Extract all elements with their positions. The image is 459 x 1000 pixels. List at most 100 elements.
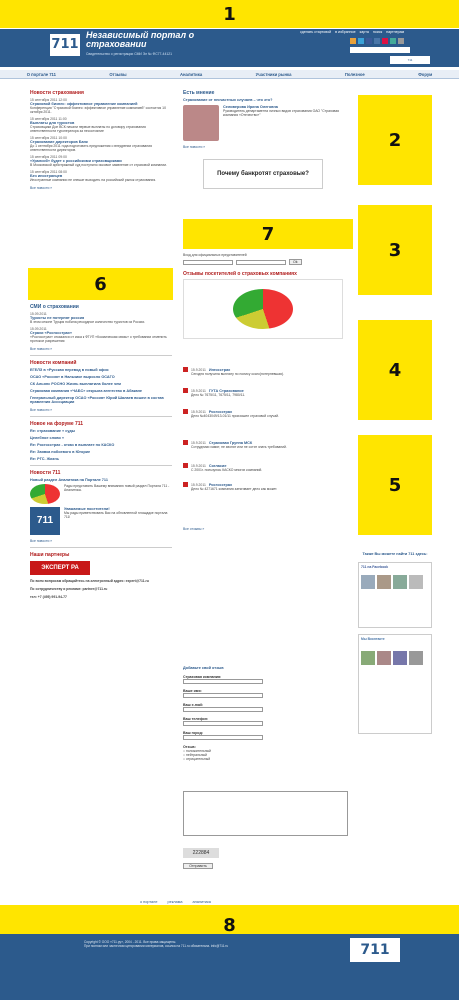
toplink-start[interactable]: сделать стартовой (300, 30, 331, 34)
email-field[interactable] (183, 707, 263, 712)
rating-negative[interactable]: ○ отрицательный (183, 757, 353, 761)
reviews-more-link[interactable]: Все отзывы » (183, 527, 353, 531)
forum-item[interactable]: Re: Росгосстрах - отказ в выплате по КАС… (30, 443, 172, 447)
reviews-chart (183, 279, 343, 339)
reviews-list: 15.9.2011 Ингосстрах Сегодня получила выпл… (183, 362, 353, 531)
search-input[interactable] (350, 47, 410, 53)
toplink-partners[interactable]: партнерам (386, 30, 404, 34)
name-field[interactable] (183, 693, 263, 698)
fb-title: Также Вы можете найти 711 здесь: (362, 552, 428, 556)
company-news-item[interactable]: Генеральный директор ОСАО «Россия» Юрий … (30, 396, 172, 404)
login-title: Вход для официальных представителей (183, 253, 247, 257)
center-column-2: Вход для официальных представителей Ok О… (183, 253, 353, 339)
site-logo[interactable]: 711 (50, 34, 80, 56)
center-column: Есть мнение Страхование от несчастных сл… (183, 88, 353, 189)
nav-analytics[interactable]: Аналитика (180, 72, 202, 77)
company-news-heading: Новости компаний (30, 360, 77, 366)
opinion-heading: Есть мнение (183, 90, 215, 96)
main-nav: О портале 711 Отзывы Аналитика Участники… (0, 70, 459, 79)
review-item: 15.9.2011 ГУТА Страхование Дело № 7675/11,… (183, 388, 353, 397)
smi-more-link[interactable]: Все новости » (30, 347, 172, 351)
forum-item[interactable]: Re: Заявка побоевого в Югорие (30, 450, 172, 454)
bottom-link[interactable]: аналитика (192, 900, 210, 904)
company-more-link[interactable]: Все новости » (30, 408, 172, 412)
share-icon[interactable] (398, 38, 404, 44)
avatar (183, 105, 219, 141)
contact-line: тел: +7 (495) 991-94-77 (30, 595, 67, 599)
company-select[interactable] (183, 679, 263, 684)
company-news-item[interactable]: ОСАО «Россия» в Нальчике выросло ОСАГО (30, 375, 172, 379)
login-button[interactable]: Ok (289, 259, 302, 265)
forum-item[interactable]: Целебное слово » (30, 436, 172, 440)
mobile-badge[interactable]: 711 (390, 56, 430, 64)
vk-icon[interactable] (374, 38, 380, 44)
marker-5: 5 (358, 435, 432, 535)
nav-about[interactable]: О портале 711 (27, 72, 56, 77)
news711-more-link[interactable]: Все новости » (30, 539, 172, 543)
smi-item: 15.09.2011 Страхи «Росгосстрах» «Росгосстр… (30, 327, 167, 343)
nav-reviews[interactable]: Отзывы (109, 72, 126, 77)
login-input[interactable] (183, 259, 233, 265)
opinion-question[interactable]: Страхование от несчастных случаев – что … (183, 98, 353, 102)
form-title: Добавьте свой отзыв (183, 666, 224, 670)
bottom-link[interactable]: реклама (168, 900, 183, 904)
top-links: сделать стартовой в избранное карта поис… (300, 30, 407, 34)
person-role: Руководитель департамента личных видов с… (223, 109, 339, 117)
company-news-item[interactable]: СК Альянс РОСНО Жизнь выплатила более че… (30, 382, 172, 386)
lj-icon[interactable] (390, 38, 396, 44)
toplink-fav[interactable]: в избранное (335, 30, 356, 34)
review-item: 15.9.2011 Страховая Группа МСК Сотрудники … (183, 440, 353, 449)
twitter-icon[interactable] (358, 38, 364, 44)
phone-field[interactable] (183, 721, 263, 726)
password-input[interactable] (236, 259, 286, 265)
marker-3: 3 (358, 205, 432, 295)
news-item: 15 сентября 2011 10:00 Страхование директ… (30, 136, 152, 152)
analytics-thumb (30, 484, 60, 504)
news-item: 15 сентября 2011 12:00 Страховой бизнес: … (30, 98, 166, 114)
site-title: Независимый портал о страховании (86, 30, 195, 49)
captcha: 222884 (183, 848, 219, 858)
news-more-link[interactable]: Все новости » (30, 186, 172, 190)
toplink-search[interactable]: поиск (373, 30, 382, 34)
toplink-map[interactable]: карта (360, 30, 369, 34)
marker-2: 2 (358, 95, 432, 185)
banner[interactable]: Почему банкротят страховые? (203, 159, 323, 189)
reviews-heading: Отзывы посетителей о страховых компаниях (183, 271, 297, 277)
news711-item: Новый раздел Аналитика на Портале 711 Ра… (30, 478, 172, 504)
news-item: 15 сентября 2011 11:00 Выплаты для турист… (30, 117, 146, 133)
forum-heading: Новое на форуме 711 (30, 421, 84, 427)
fb-widget[interactable]: 711 на Facebook (358, 562, 432, 628)
news-heading: Новости страхования (30, 90, 84, 96)
partner-logo[interactable]: ЭКСПЕРТ РА (30, 561, 90, 575)
left-column: Новости страхования 15 сентября 2011 12:… (30, 88, 172, 190)
smi-heading: СМИ о страховании (30, 304, 79, 310)
vk-widget[interactable]: Мы Вконтакте (358, 634, 432, 734)
city-field[interactable] (183, 735, 263, 740)
review-item: 15.9.2011 Росгосстрах Дело № 4271671 компа… (183, 482, 353, 491)
company-news-item[interactable]: Страховая компания «ЧАБС» открыла агентс… (30, 389, 172, 393)
news711-item: 711 Уважаемые посетители! Мы рады приветс… (30, 507, 172, 535)
forum-item[interactable]: Re: страхование « суды (30, 429, 172, 433)
mail-icon[interactable] (382, 38, 388, 44)
opinion-more-link[interactable]: Все новости » (183, 145, 353, 149)
bottom-link[interactable]: о портале (140, 900, 158, 904)
review-form: Добавьте свой отзыв Страховая компания: … (183, 666, 353, 869)
footer-text: Copyright © ООО «711.ру», 2004 - 2011. В… (84, 940, 229, 948)
nav-useful[interactable]: Полезное (345, 72, 365, 77)
review-textarea[interactable] (183, 791, 348, 836)
footer-logo[interactable]: 711 (350, 938, 400, 962)
company-news-item[interactable]: ЕГЕЛЗ в «Русская перевод в новый офис (30, 368, 172, 372)
bottom-links: о портале реклама аналитика (140, 900, 211, 904)
rss-icon[interactable] (350, 38, 356, 44)
facebook-icon[interactable] (366, 38, 372, 44)
forum-item[interactable]: Re: РГС. Жизнь (30, 457, 172, 461)
news-item: 15 сентября 2011 09:00 «Уралсиб» будет с … (30, 155, 167, 167)
news711-heading: Новости 711 (30, 470, 61, 476)
right-column: Также Вы можете найти 711 здесь: 711 на … (358, 552, 432, 734)
social-icons (350, 38, 404, 44)
nav-market[interactable]: Участники рынка (256, 72, 292, 77)
marker-4: 4 (358, 320, 432, 420)
contact-line: По сотрудничеству и рекламе: partner@711… (30, 587, 108, 591)
nav-forum[interactable]: Форум (418, 72, 432, 77)
submit-button[interactable]: Отправить (183, 863, 213, 869)
